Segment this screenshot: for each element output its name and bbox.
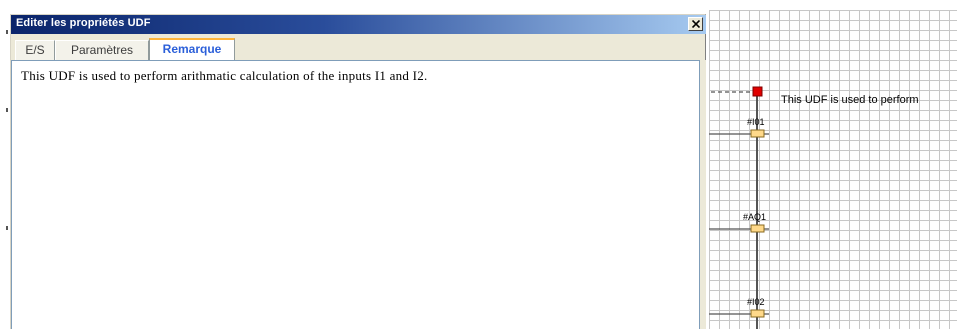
dialog-title: Editer les propriétés UDF xyxy=(16,17,151,29)
window-edge-mark xyxy=(6,108,8,112)
tab-parametres[interactable]: Paramètres xyxy=(55,40,149,60)
wiring-diagram xyxy=(709,86,769,329)
remark-text: This UDF is used to perform arithmatic c… xyxy=(21,68,428,83)
close-button[interactable] xyxy=(688,17,703,31)
udf-remark-label: This UDF is used to perform xyxy=(781,94,919,106)
window-edge-mark xyxy=(6,30,8,34)
remark-textarea[interactable]: This UDF is used to perform arithmatic c… xyxy=(11,60,700,329)
tab-strip: E/S Paramètres Remarque xyxy=(11,36,706,61)
diagram-canvas[interactable]: #I01 #AQ1 #I02 This UDF is used to perfo… xyxy=(709,10,957,329)
pin-label-aq1: #AQ1 xyxy=(743,212,767,222)
close-icon xyxy=(692,20,700,28)
udf-properties-dialog: Editer les propriétés UDF E/S Paramètres… xyxy=(10,14,706,329)
pin-connector-aq1[interactable] xyxy=(750,224,765,233)
pin-label-i02: #I02 xyxy=(747,297,765,307)
window-edge-mark xyxy=(6,226,8,230)
pin-label-i01: #I01 xyxy=(747,117,765,127)
tab-es[interactable]: E/S xyxy=(15,40,55,60)
terminal-marker[interactable] xyxy=(752,86,763,97)
screen: Editer les propriétés UDF E/S Paramètres… xyxy=(0,0,957,329)
textarea-scrollbar-edge xyxy=(701,60,706,329)
pin-connector-i01[interactable] xyxy=(750,129,765,138)
tab-remarque[interactable]: Remarque xyxy=(149,38,235,61)
dialog-titlebar[interactable]: Editer les propriétés UDF xyxy=(11,15,706,34)
pin-connector-i02[interactable] xyxy=(750,309,765,318)
